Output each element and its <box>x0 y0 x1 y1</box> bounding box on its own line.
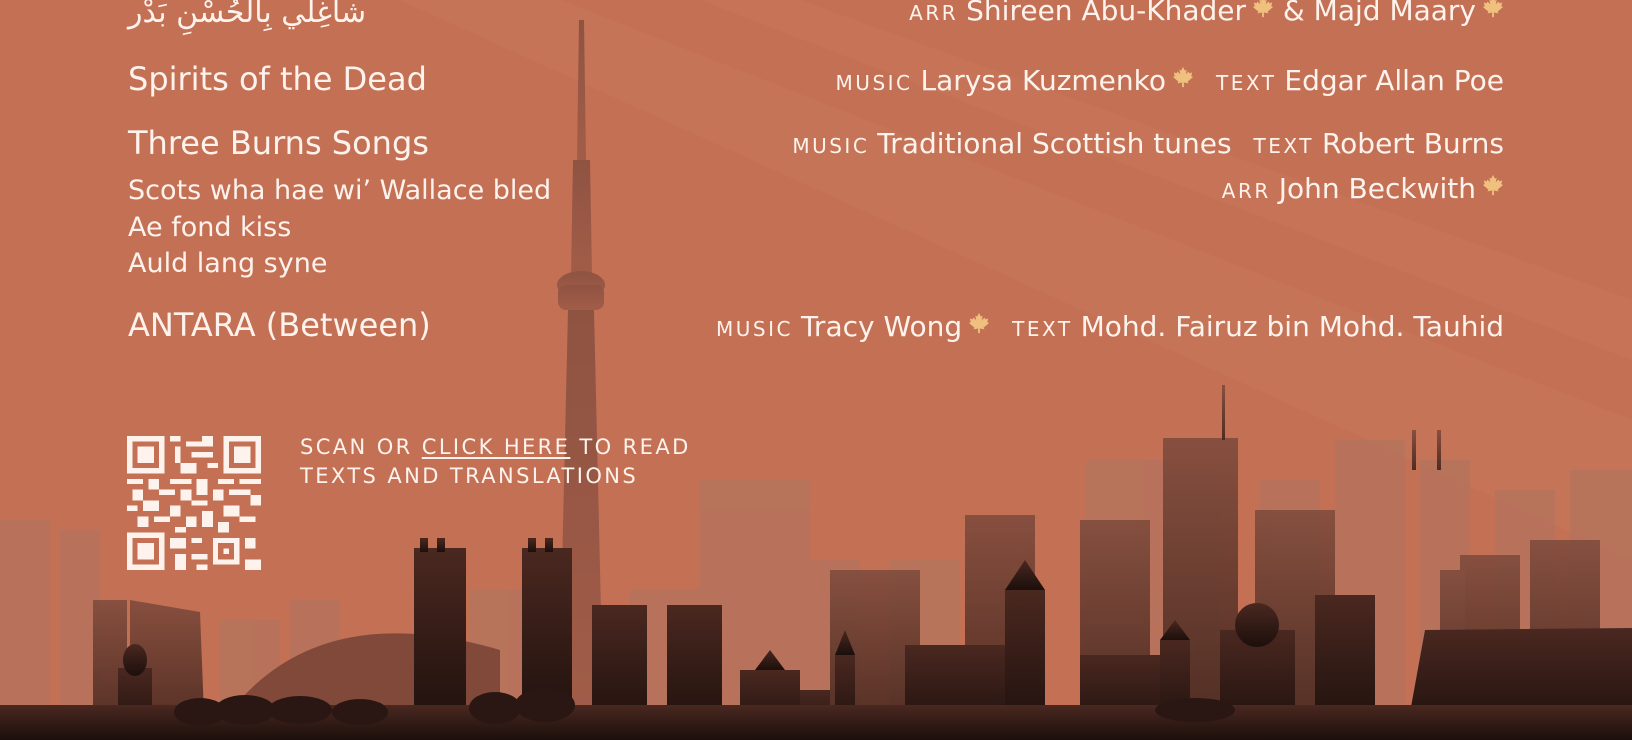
composer-name: Traditional Scottish tunes <box>877 127 1232 160</box>
text-label: TEXT <box>1216 71 1277 95</box>
author-name: Robert Burns <box>1321 127 1504 160</box>
composer-name: Larysa Kuzmenko <box>920 64 1167 97</box>
work-title: Three Burns Songs <box>128 124 429 162</box>
maple-leaf-icon <box>1482 174 1504 196</box>
music-label: MUSIC <box>835 71 913 95</box>
music-label: MUSIC <box>715 317 793 341</box>
song-item: Scots wha hae wi’ Wallace bled <box>128 175 552 206</box>
work-credits: MUSIC Tracy Wong TEXT Mohd. Fairuz bin Mohd… <box>716 312 1504 341</box>
qr-code-icon[interactable] <box>127 436 261 570</box>
work-arranger: ARR John Beckwith <box>1222 174 1504 203</box>
scan-prefix: SCAN OR <box>300 435 413 459</box>
maple-leaf-icon <box>968 312 990 334</box>
work-credits: MUSIC Traditional Scottish tunes TEXT Rober… <box>792 130 1504 158</box>
text-label: TEXT <box>1253 134 1314 158</box>
author-name: Edgar Allan Poe <box>1284 64 1504 97</box>
maple-leaf-icon <box>1482 0 1504 18</box>
arr-label: ARR <box>909 1 959 25</box>
composer-name: Tracy Wong <box>800 310 963 343</box>
text-label: TEXT <box>1012 317 1073 341</box>
work-credits: MUSIC Larysa Kuzmenko TEXT Edgar Allan Poe <box>836 66 1504 95</box>
scan-instructions: SCAN OR CLICK HERE TO READ TEXTS AND TRA… <box>300 433 691 491</box>
scan-suffix: TO READ <box>579 435 691 459</box>
maple-leaf-icon <box>1172 66 1194 88</box>
toronto-skyline-illustration <box>0 0 1632 740</box>
click-here-link[interactable]: CLICK HERE <box>422 435 571 459</box>
scan-line-2: TEXTS AND TRANSLATIONS <box>300 464 639 488</box>
work-title: ANTARA (Between) <box>128 306 431 344</box>
arranger-name: Shireen Abu-Khader <box>966 0 1247 27</box>
music-label: MUSIC <box>792 134 870 158</box>
joiner: & <box>1282 0 1305 27</box>
song-item: Ae fond kiss <box>128 212 292 243</box>
song-item: Auld lang syne <box>128 248 328 279</box>
work-title: Spirits of the Dead <box>128 60 427 98</box>
scan-line-1: SCAN OR CLICK HERE TO READ <box>300 433 691 462</box>
arranger-name: Majd Maary <box>1313 0 1476 27</box>
maple-leaf-icon <box>1252 0 1274 18</box>
arr-label: ARR <box>1221 179 1271 203</box>
arranger-name: John Beckwith <box>1278 172 1476 205</box>
work-credits: ARR Shireen Abu-Khader & Majd Maary <box>909 0 1504 25</box>
author-name: Mohd. Fairuz bin Mohd. Tauhid <box>1080 310 1504 343</box>
work-title: شاغِلي بِالحُسْنِ بَدْر <box>128 0 367 30</box>
